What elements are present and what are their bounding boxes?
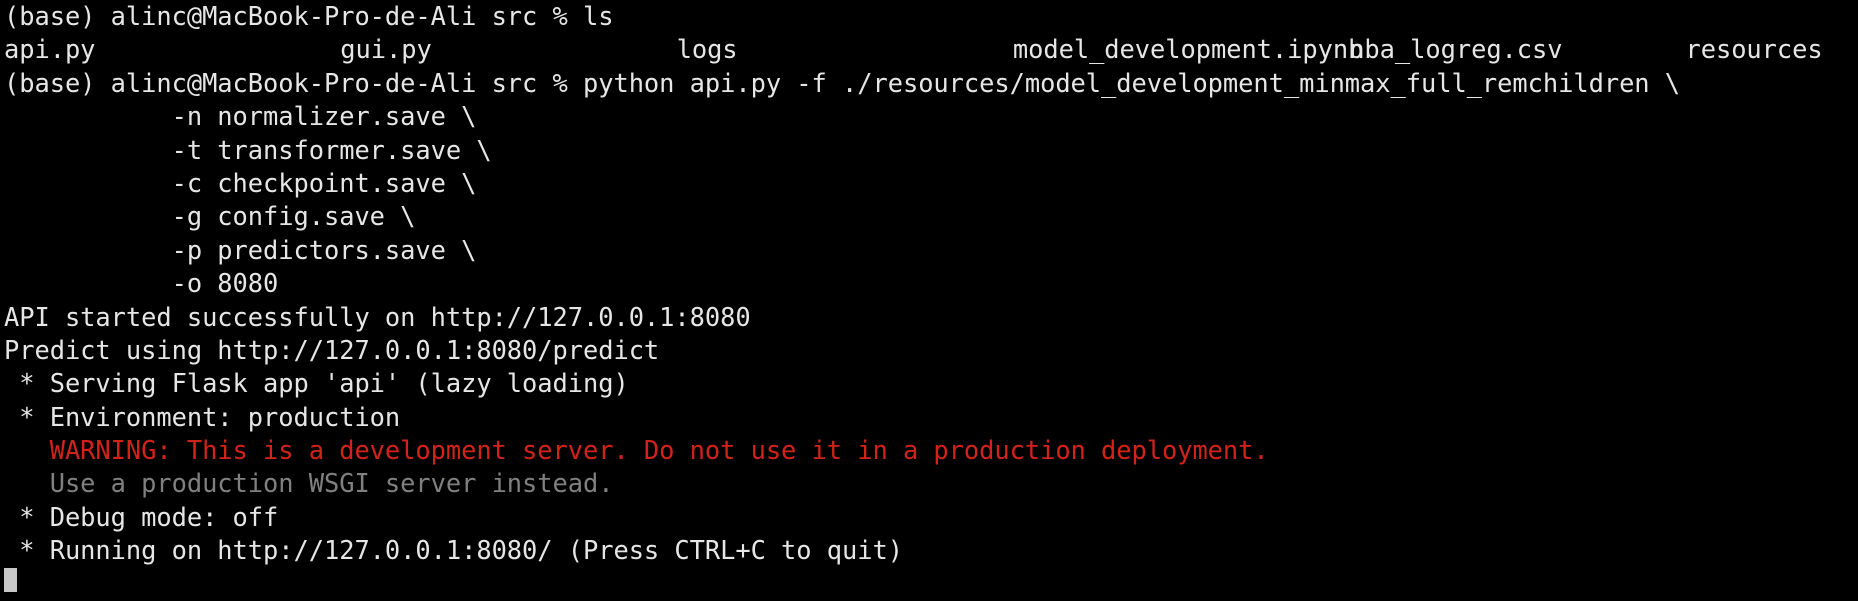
prompt-python: (base) alinc@MacBook-Pro-de-Ali src % py… xyxy=(4,67,1681,98)
arg-line: -c checkpoint.save \ xyxy=(4,167,477,198)
serving-line: * Serving Flask app 'api' (lazy loading) xyxy=(4,368,629,399)
predict-url-line: Predict using http://127.0.0.1:8080/pred… xyxy=(4,334,660,365)
file-gui: gui.py xyxy=(340,34,432,65)
warning-line: WARNING: This is a development server. D… xyxy=(4,435,1269,466)
debug-line: * Debug mode: off xyxy=(4,501,279,532)
environment-line: * Environment: production xyxy=(4,401,401,432)
ls-output: api.py gui.py logs model_development.ipynbn… xyxy=(4,33,1858,66)
api-started-line: API started successfully on http://127.0… xyxy=(4,301,751,332)
arg-line: -o 8080 xyxy=(4,268,279,299)
prompt-ls: (base) alinc@MacBook-Pro-de-Ali src % ls xyxy=(4,1,614,31)
dir-logs: logs xyxy=(676,34,738,65)
terminal-output[interactable]: (base) alinc@MacBook-Pro-de-Ali src % ls… xyxy=(0,0,1858,592)
running-line: * Running on http://127.0.0.1:8080/ (Pre… xyxy=(4,535,903,566)
cursor-line xyxy=(4,567,1858,592)
arg-line: -p predictors.save \ xyxy=(4,234,477,265)
arg-line: -g config.save \ xyxy=(4,201,416,232)
wsgi-hint-line: Use a production WSGI server instead. xyxy=(4,468,614,499)
arg-line: -n normalizer.save \ xyxy=(4,101,477,132)
file-csv: nba_logreg.csv xyxy=(1349,34,1563,65)
file-notebook: model_development.ipynb xyxy=(1012,34,1364,65)
cursor-block xyxy=(4,567,17,592)
arg-line: -t transformer.save \ xyxy=(4,134,492,165)
dir-resources: resources xyxy=(1685,34,1823,65)
file-api: api.py xyxy=(4,34,96,65)
